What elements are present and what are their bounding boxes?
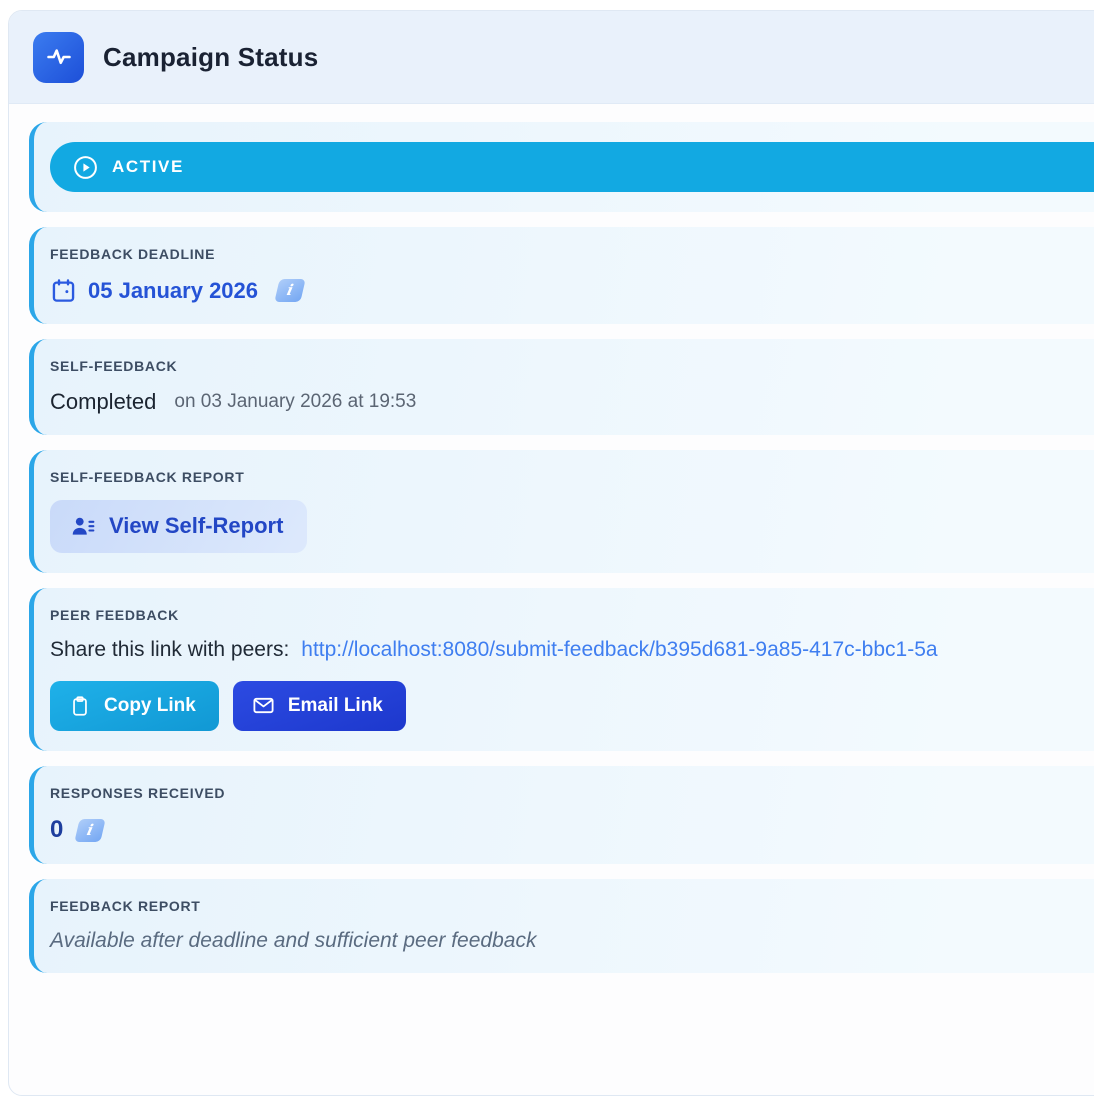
page-title: Campaign Status [103, 42, 318, 73]
activity-icon [33, 32, 84, 83]
self-feedback-card: SELF-FEEDBACK Completed on 03 January 20… [29, 339, 1094, 435]
feedback-deadline-label: FEEDBACK DEADLINE [50, 246, 1094, 262]
feedback-share-link[interactable]: http://localhost:8080/submit-feedback/b3… [301, 638, 937, 662]
peer-feedback-label: PEER FEEDBACK [50, 607, 1094, 623]
feedback-report-card: FEEDBACK REPORT Available after deadline… [29, 879, 1094, 973]
view-self-report-button[interactable]: View Self-Report [50, 500, 307, 553]
clipboard-icon [69, 695, 91, 717]
status-label: ACTIVE [112, 157, 184, 177]
status-badge: ACTIVE [50, 142, 1094, 192]
feedback-report-label: FEEDBACK REPORT [50, 898, 1094, 914]
feedback-deadline-card: FEEDBACK DEADLINE 05 January 2026 i [29, 227, 1094, 324]
deadline-date: 05 January 2026 [88, 278, 258, 304]
self-feedback-label: SELF-FEEDBACK [50, 358, 1094, 374]
info-icon[interactable]: i [274, 279, 305, 302]
self-feedback-timestamp: on 03 January 2026 at 19:53 [174, 391, 416, 413]
responses-received-card: RESPONSES RECEIVED 0 i [29, 766, 1094, 864]
view-self-report-label: View Self-Report [109, 513, 283, 539]
copy-link-label: Copy Link [104, 695, 196, 717]
status-card: ACTIVE [29, 122, 1094, 212]
info-icon[interactable]: i [75, 819, 106, 842]
responses-received-label: RESPONSES RECEIVED [50, 785, 1094, 801]
self-feedback-status: Completed [50, 389, 156, 415]
feedback-report-message: Available after deadline and sufficient … [50, 929, 1094, 953]
email-link-button[interactable]: Email Link [233, 681, 406, 731]
self-report-card: SELF-FEEDBACK REPORT View Self-Report [29, 450, 1094, 573]
campaign-status-panel: Campaign Status ACTIVE FEEDBACK DEADLINE [8, 10, 1094, 1096]
responses-count: 0 [50, 816, 63, 844]
calendar-icon [50, 277, 77, 304]
panel-body: ACTIVE FEEDBACK DEADLINE 05 January 2026… [9, 104, 1094, 973]
share-link-text: Share this link with peers: [50, 638, 289, 662]
user-report-icon [70, 513, 96, 539]
email-link-label: Email Link [288, 695, 383, 717]
play-circle-icon [73, 155, 98, 180]
copy-link-button[interactable]: Copy Link [50, 681, 219, 731]
self-report-label: SELF-FEEDBACK REPORT [50, 469, 1094, 485]
envelope-icon [252, 694, 275, 717]
peer-feedback-card: PEER FEEDBACK Share this link with peers… [29, 588, 1094, 751]
panel-header: Campaign Status [9, 11, 1094, 104]
